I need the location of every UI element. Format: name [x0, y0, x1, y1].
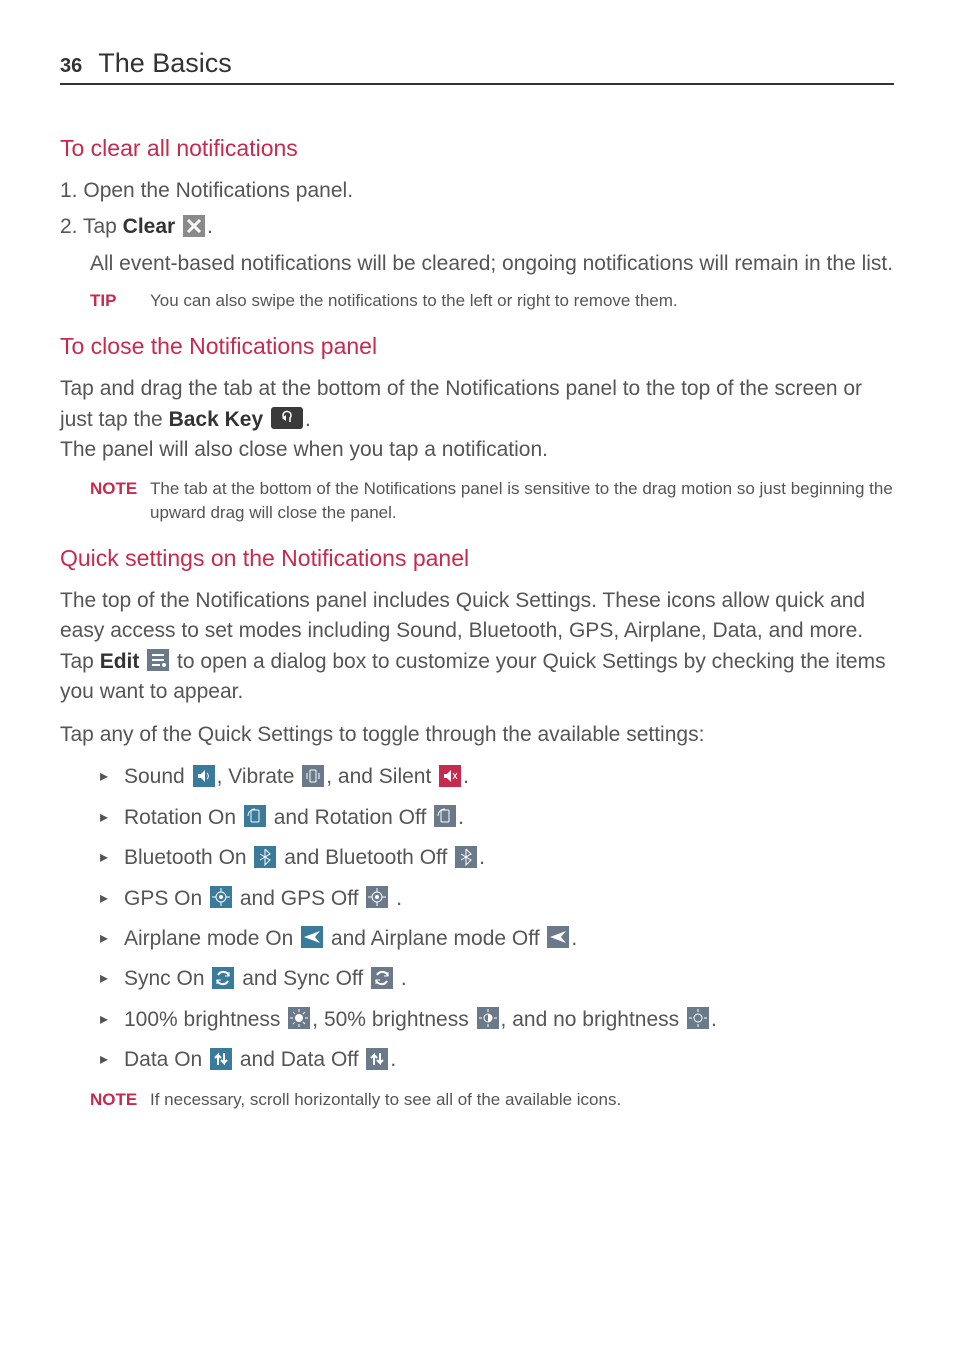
sync-on-icon [212, 967, 234, 989]
bullet-sync: Sync On and Sync Off . [100, 964, 894, 994]
sync-off-icon [371, 967, 393, 989]
note-callout: NOTE If necessary, scroll horizontally t… [60, 1088, 894, 1112]
sound-icon [193, 765, 215, 787]
tip-text: You can also swipe the notifications to … [150, 289, 894, 313]
note-label: NOTE [90, 1088, 150, 1112]
page-header: 36 The Basics [60, 48, 894, 85]
tip-label: TIP [90, 289, 150, 313]
bluetooth-on-icon [254, 846, 276, 868]
bluetooth-off-icon [455, 846, 477, 868]
airplane-on-icon [301, 926, 323, 948]
back-key-icon [271, 407, 303, 429]
brightness-50-icon [477, 1007, 499, 1029]
silent-icon [439, 765, 461, 787]
bullet-data: Data On and Data Off . [100, 1045, 894, 1075]
quick-settings-intro: The top of the Notifications panel inclu… [60, 586, 894, 708]
note-label: NOTE [90, 477, 150, 525]
quick-settings-list: Sound , Vibrate , and Silent . Rotation … [60, 762, 894, 1076]
section-title: Quick settings on the Notifications pane… [60, 545, 894, 572]
clear-x-icon [183, 215, 205, 237]
note-text: The tab at the bottom of the Notificatio… [150, 477, 894, 525]
vibrate-icon [302, 765, 324, 787]
data-off-icon [366, 1048, 388, 1070]
section-title: To clear all notifications [60, 135, 894, 162]
note-callout: NOTE The tab at the bottom of the Notifi… [60, 477, 894, 525]
step-2-body: All event-based notifications will be cl… [60, 249, 894, 279]
section-title: To close the Notifications panel [60, 333, 894, 360]
note-text: If necessary, scroll horizontally to see… [150, 1088, 894, 1112]
gps-on-icon [210, 886, 232, 908]
edit-icon [147, 649, 169, 671]
chapter-title: The Basics [98, 48, 232, 79]
bullet-gps: GPS On and GPS Off . [100, 884, 894, 914]
gps-off-icon [366, 886, 388, 908]
step-1: 1. Open the Notifications panel. [60, 176, 894, 206]
section-close-panel: To close the Notifications panel Tap and… [60, 333, 894, 525]
data-on-icon [210, 1048, 232, 1070]
rotation-on-icon [244, 805, 266, 827]
page-number: 36 [60, 55, 82, 78]
step-2: 2. Tap Clear . [60, 212, 894, 242]
brightness-100-icon [288, 1007, 310, 1029]
bullet-rotation: Rotation On and Rotation Off . [100, 803, 894, 833]
brightness-0-icon [687, 1007, 709, 1029]
bullet-sound: Sound , Vibrate , and Silent . [100, 762, 894, 792]
bullet-brightness: 100% brightness , 50% brightness , and n… [100, 1005, 894, 1035]
section-quick-settings: Quick settings on the Notifications pane… [60, 545, 894, 1111]
bullet-bluetooth: Bluetooth On and Bluetooth Off . [100, 843, 894, 873]
section-clear-notifications: To clear all notifications 1. Open the N… [60, 135, 894, 313]
airplane-off-icon [547, 926, 569, 948]
bullet-airplane: Airplane mode On and Airplane mode Off . [100, 924, 894, 954]
tap-any-text: Tap any of the Quick Settings to toggle … [60, 720, 894, 750]
tip-callout: TIP You can also swipe the notifications… [60, 289, 894, 313]
close-panel-para: Tap and drag the tab at the bottom of th… [60, 374, 894, 465]
rotation-off-icon [434, 805, 456, 827]
